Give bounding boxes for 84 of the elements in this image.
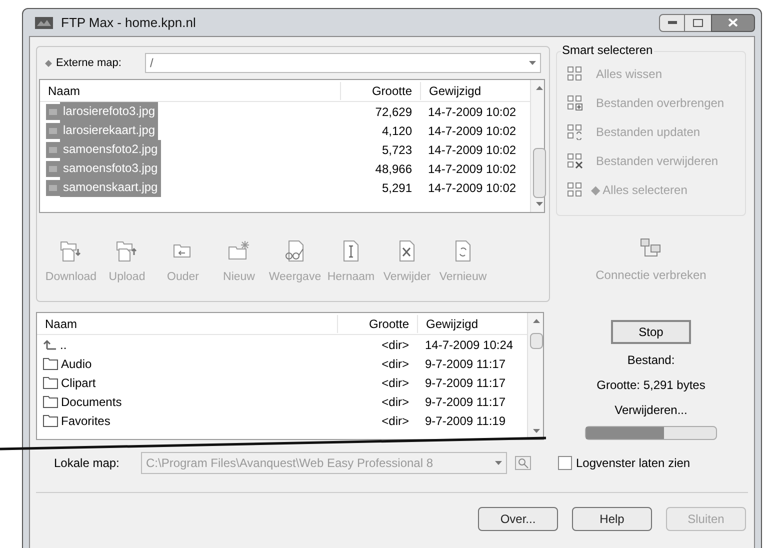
- file-size: 72,629: [374, 104, 413, 120]
- image-file-icon: [46, 104, 60, 120]
- close-icon: [728, 18, 738, 27]
- file-size: <dir>: [380, 356, 410, 372]
- image-file-icon: [46, 160, 60, 176]
- file-size: 5,723: [380, 142, 413, 158]
- file-date: 9-7-2009 11:19: [424, 412, 507, 430]
- scrollbar-thumb[interactable]: [530, 333, 543, 349]
- image-file-icon: [46, 142, 60, 158]
- folder-name[interactable]: ..: [60, 336, 67, 354]
- file-size: 4,120: [380, 122, 413, 140]
- folder-icon: [43, 357, 58, 370]
- file-size: 5,291: [380, 180, 413, 196]
- file-date: 14-7-2009 10:02: [427, 142, 518, 158]
- scroll-down-icon: [533, 429, 540, 433]
- file-size-text: Grootte: 5,291 bytes: [596, 377, 706, 394]
- scroll-up-icon: [533, 319, 540, 323]
- file-size: <dir>: [380, 336, 410, 354]
- minimize-button[interactable]: [659, 14, 685, 32]
- scrollbar-thumb[interactable]: [533, 148, 546, 198]
- search-icon[interactable]: [515, 456, 531, 470]
- file-size: <dir>: [380, 412, 410, 430]
- file-date: 14-7-2009 10:02: [427, 160, 518, 178]
- folder-name[interactable]: Clipart: [61, 374, 96, 392]
- local-folder-field[interactable]: C:\Program Files\Avanquest\Web Easy Professional 8: [141, 452, 507, 474]
- remote-folder-label: Externe map:: [56, 56, 122, 71]
- file-name[interactable]: larosierekaart.jpg: [60, 121, 158, 140]
- file-size: <dir>: [380, 374, 410, 392]
- upload-icon: [115, 239, 139, 263]
- image-file-icon: [46, 122, 60, 138]
- file-name[interactable]: larosierefoto3.jpg: [60, 102, 158, 121]
- file-date: 9-7-2009 11:17: [424, 394, 507, 410]
- window-title: FTP Max - home.kpn.nl: [61, 14, 196, 32]
- folder-icon: [43, 395, 58, 408]
- dialog-button[interactable]: Help: [572, 507, 652, 531]
- dropdown-arrow-icon: [495, 461, 502, 465]
- folder-name[interactable]: Favorites: [61, 412, 110, 430]
- minimize-icon: [668, 21, 676, 24]
- clear-files-icon: [567, 66, 583, 82]
- local-folder-label: Lokale map:: [53, 455, 120, 472]
- column-header[interactable]: Naam: [37, 314, 337, 332]
- diamond-icon: [45, 60, 52, 66]
- remote-folder-field[interactable]: /: [145, 53, 541, 73]
- scroll-up-icon: [536, 86, 543, 90]
- file-name[interactable]: samoensfoto2.jpg: [60, 140, 161, 159]
- file-name[interactable]: samoenskaart.jpg: [60, 178, 161, 197]
- scrollbar[interactable]: [527, 313, 543, 439]
- column-header[interactable]: Grootte: [340, 82, 420, 100]
- scrollbar[interactable]: [530, 80, 544, 212]
- folder-name[interactable]: Audio: [61, 354, 92, 372]
- file-date: 14-7-2009 10:02: [427, 180, 518, 196]
- file-name[interactable]: samoensfoto3.jpg: [60, 159, 161, 178]
- delete-files-icon: [567, 153, 583, 169]
- group-title: Smart selecteren: [561, 43, 654, 57]
- column-header[interactable]: Naam: [40, 82, 340, 100]
- stop-button[interactable]: Stop: [611, 320, 691, 344]
- file-date: 14-7-2009 10:24: [424, 336, 514, 354]
- folder-icon: [43, 376, 58, 389]
- checkbox-label[interactable]: Logvenster laten zien: [576, 454, 690, 472]
- file-date: 9-7-2009 11:17: [424, 356, 507, 372]
- all-files-icon: [567, 182, 583, 198]
- status-text: Verwijderen...: [614, 402, 688, 419]
- file-date: 14-7-2009 10:02: [427, 122, 518, 140]
- file-size: 48,966: [374, 160, 413, 178]
- folder-name[interactable]: Documents: [61, 392, 122, 410]
- maximize-button[interactable]: [685, 14, 711, 32]
- file-label: Bestand:: [627, 352, 675, 369]
- dialog-button[interactable]: Over...: [478, 507, 558, 531]
- image-file-icon: [46, 180, 60, 196]
- file-date: 14-7-2009 10:02: [427, 104, 518, 120]
- folder-icon: [43, 414, 58, 427]
- scroll-down-icon: [536, 202, 543, 206]
- transfer-files-icon: [567, 95, 583, 111]
- file-size: <dir>: [380, 394, 410, 410]
- app-icon: [35, 16, 53, 30]
- checkbox[interactable]: [558, 456, 572, 470]
- column-header[interactable]: Grootte: [337, 314, 417, 332]
- file-date: 9-7-2009 11:17: [424, 374, 507, 392]
- maximize-icon: [693, 18, 703, 26]
- close-button[interactable]: [711, 14, 755, 32]
- dropdown-arrow-icon: [529, 61, 536, 65]
- parent-folder-icon: [43, 338, 57, 350]
- download-icon: [59, 239, 83, 263]
- update-files-icon: [567, 124, 583, 140]
